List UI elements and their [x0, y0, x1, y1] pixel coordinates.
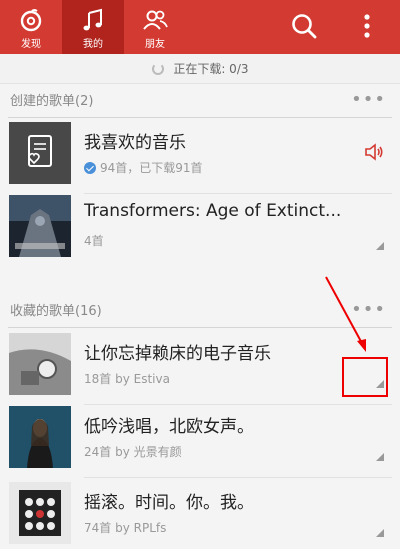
playlist-item-liked[interactable]: 我喜欢的音乐 94首，已下载91首 — [0, 122, 400, 194]
friends-icon — [143, 10, 168, 30]
playlist-cover-image — [9, 333, 71, 395]
playlist-cover-image — [9, 406, 71, 468]
playlist-cover-image — [9, 195, 71, 257]
playlist-subtitle: 18首 by Estiva — [84, 372, 170, 386]
corner-triangle-icon[interactable] — [376, 453, 384, 461]
downloaded-check-icon — [84, 162, 96, 174]
tab-mine-label: 我的 — [83, 39, 103, 50]
playlist-cover-image — [9, 482, 71, 544]
corner-triangle-icon[interactable] — [376, 529, 384, 537]
speaker-icon — [365, 143, 383, 161]
playlist-item-electronic[interactable]: 让你忘掉赖床的电子音乐 18首 by Estiva — [0, 333, 400, 405]
tab-friends-label: 朋友 — [145, 39, 165, 50]
playlist-subtitle: 74首 by RPLfs — [84, 521, 167, 535]
tab-mine[interactable]: 我的 — [62, 0, 124, 54]
playlist-cover-image — [9, 122, 71, 184]
loading-spinner-icon — [151, 63, 164, 75]
corner-triangle-icon[interactable] — [376, 242, 384, 250]
search-icon[interactable] — [289, 11, 319, 41]
collected-more-dots-icon[interactable]: ••• — [351, 296, 386, 324]
created-playlists-header: 创建的歌单(2) ••• — [0, 86, 400, 118]
playlist-subtitle: 4首 — [84, 234, 104, 248]
divider — [8, 327, 392, 328]
more-vertical-icon[interactable] — [352, 11, 382, 41]
created-playlists-title: 创建的歌单(2) — [10, 94, 94, 109]
tab-discover-label: 发现 — [21, 39, 41, 50]
playlist-subtitle: 24首 by 光景有颜 — [84, 445, 182, 459]
download-status-text: 正在下载: 0/3 — [173, 62, 249, 76]
playlist-title: Transformers: Age of Extinct... — [84, 201, 342, 221]
divider — [84, 477, 392, 478]
top-nav-bar: 发现 我的 朋友 — [0, 0, 400, 54]
music-note-icon — [83, 8, 102, 31]
playlist-item-rock[interactable]: 摇滚。时间。你。我。 74首 by RPLfs — [0, 482, 400, 548]
playlist-title: 低吟浅唱，北欧女声。 — [84, 417, 254, 437]
playlist-title: 我喜欢的音乐 — [84, 133, 186, 153]
divider — [84, 404, 392, 405]
collected-playlists-title: 收藏的歌单(16) — [10, 304, 102, 319]
annotation-highlight-box — [342, 357, 388, 397]
playlist-subtitle: 94首，已下载91首 — [84, 159, 203, 176]
playlist-item-transformers[interactable]: Transformers: Age of Extinct... 4首 — [0, 195, 400, 261]
divider — [8, 117, 392, 118]
divider — [84, 193, 392, 194]
netease-music-logo-icon — [20, 9, 42, 32]
playlist-title: 摇滚。时间。你。我。 — [84, 493, 254, 513]
created-more-dots-icon[interactable]: ••• — [351, 86, 386, 114]
tab-friends[interactable]: 朋友 — [124, 0, 186, 54]
playlist-title: 让你忘掉赖床的电子音乐 — [84, 344, 271, 364]
collected-playlists-header: 收藏的歌单(16) ••• — [0, 296, 400, 328]
download-status-bar[interactable]: 正在下载: 0/3 — [0, 54, 400, 84]
playlist-item-nordic[interactable]: 低吟浅唱，北欧女声。 24首 by 光景有颜 — [0, 406, 400, 478]
tab-discover[interactable]: 发现 — [0, 0, 62, 54]
